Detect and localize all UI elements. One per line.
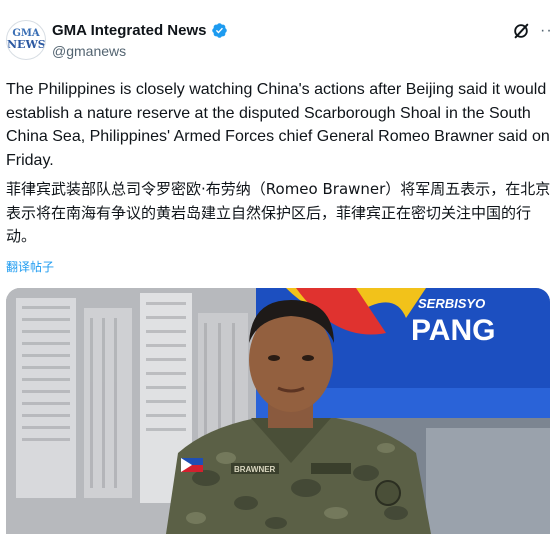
avatar[interactable]: GMA NEWS: [6, 20, 46, 60]
post-media-image[interactable]: SERBISYO PANG BRAWNER: [6, 288, 550, 534]
name-tag-text: BRAWNER: [234, 465, 276, 474]
more-options-icon[interactable]: ···: [540, 22, 554, 40]
translate-post-link[interactable]: 翻译帖子: [6, 258, 54, 275]
account-handle[interactable]: @gmanews: [52, 43, 126, 59]
verified-badge-icon: [212, 23, 227, 38]
grok-icon[interactable]: [512, 22, 530, 40]
avatar-logo: GMA NEWS: [7, 28, 45, 50]
post-text-chinese: 菲律宾武装部队总司令罗密欧·布劳纳（Romeo Brawner）将军周五表示，在…: [6, 180, 551, 245]
flag-patch: [181, 458, 203, 472]
post-header: GMA NEWS GMA Integrated News @gmanews ··…: [0, 0, 554, 68]
banner-small-text: SERBISYO: [418, 296, 485, 311]
banner-large-text: PANG: [411, 314, 495, 347]
post-text-english: The Philippines is closely watching Chin…: [6, 81, 550, 169]
avatar-logo-bottom: NEWS: [7, 38, 46, 51]
display-name[interactable]: GMA Integrated News: [52, 22, 206, 39]
news-broadcast-photo: SERBISYO PANG BRAWNER: [6, 288, 550, 534]
